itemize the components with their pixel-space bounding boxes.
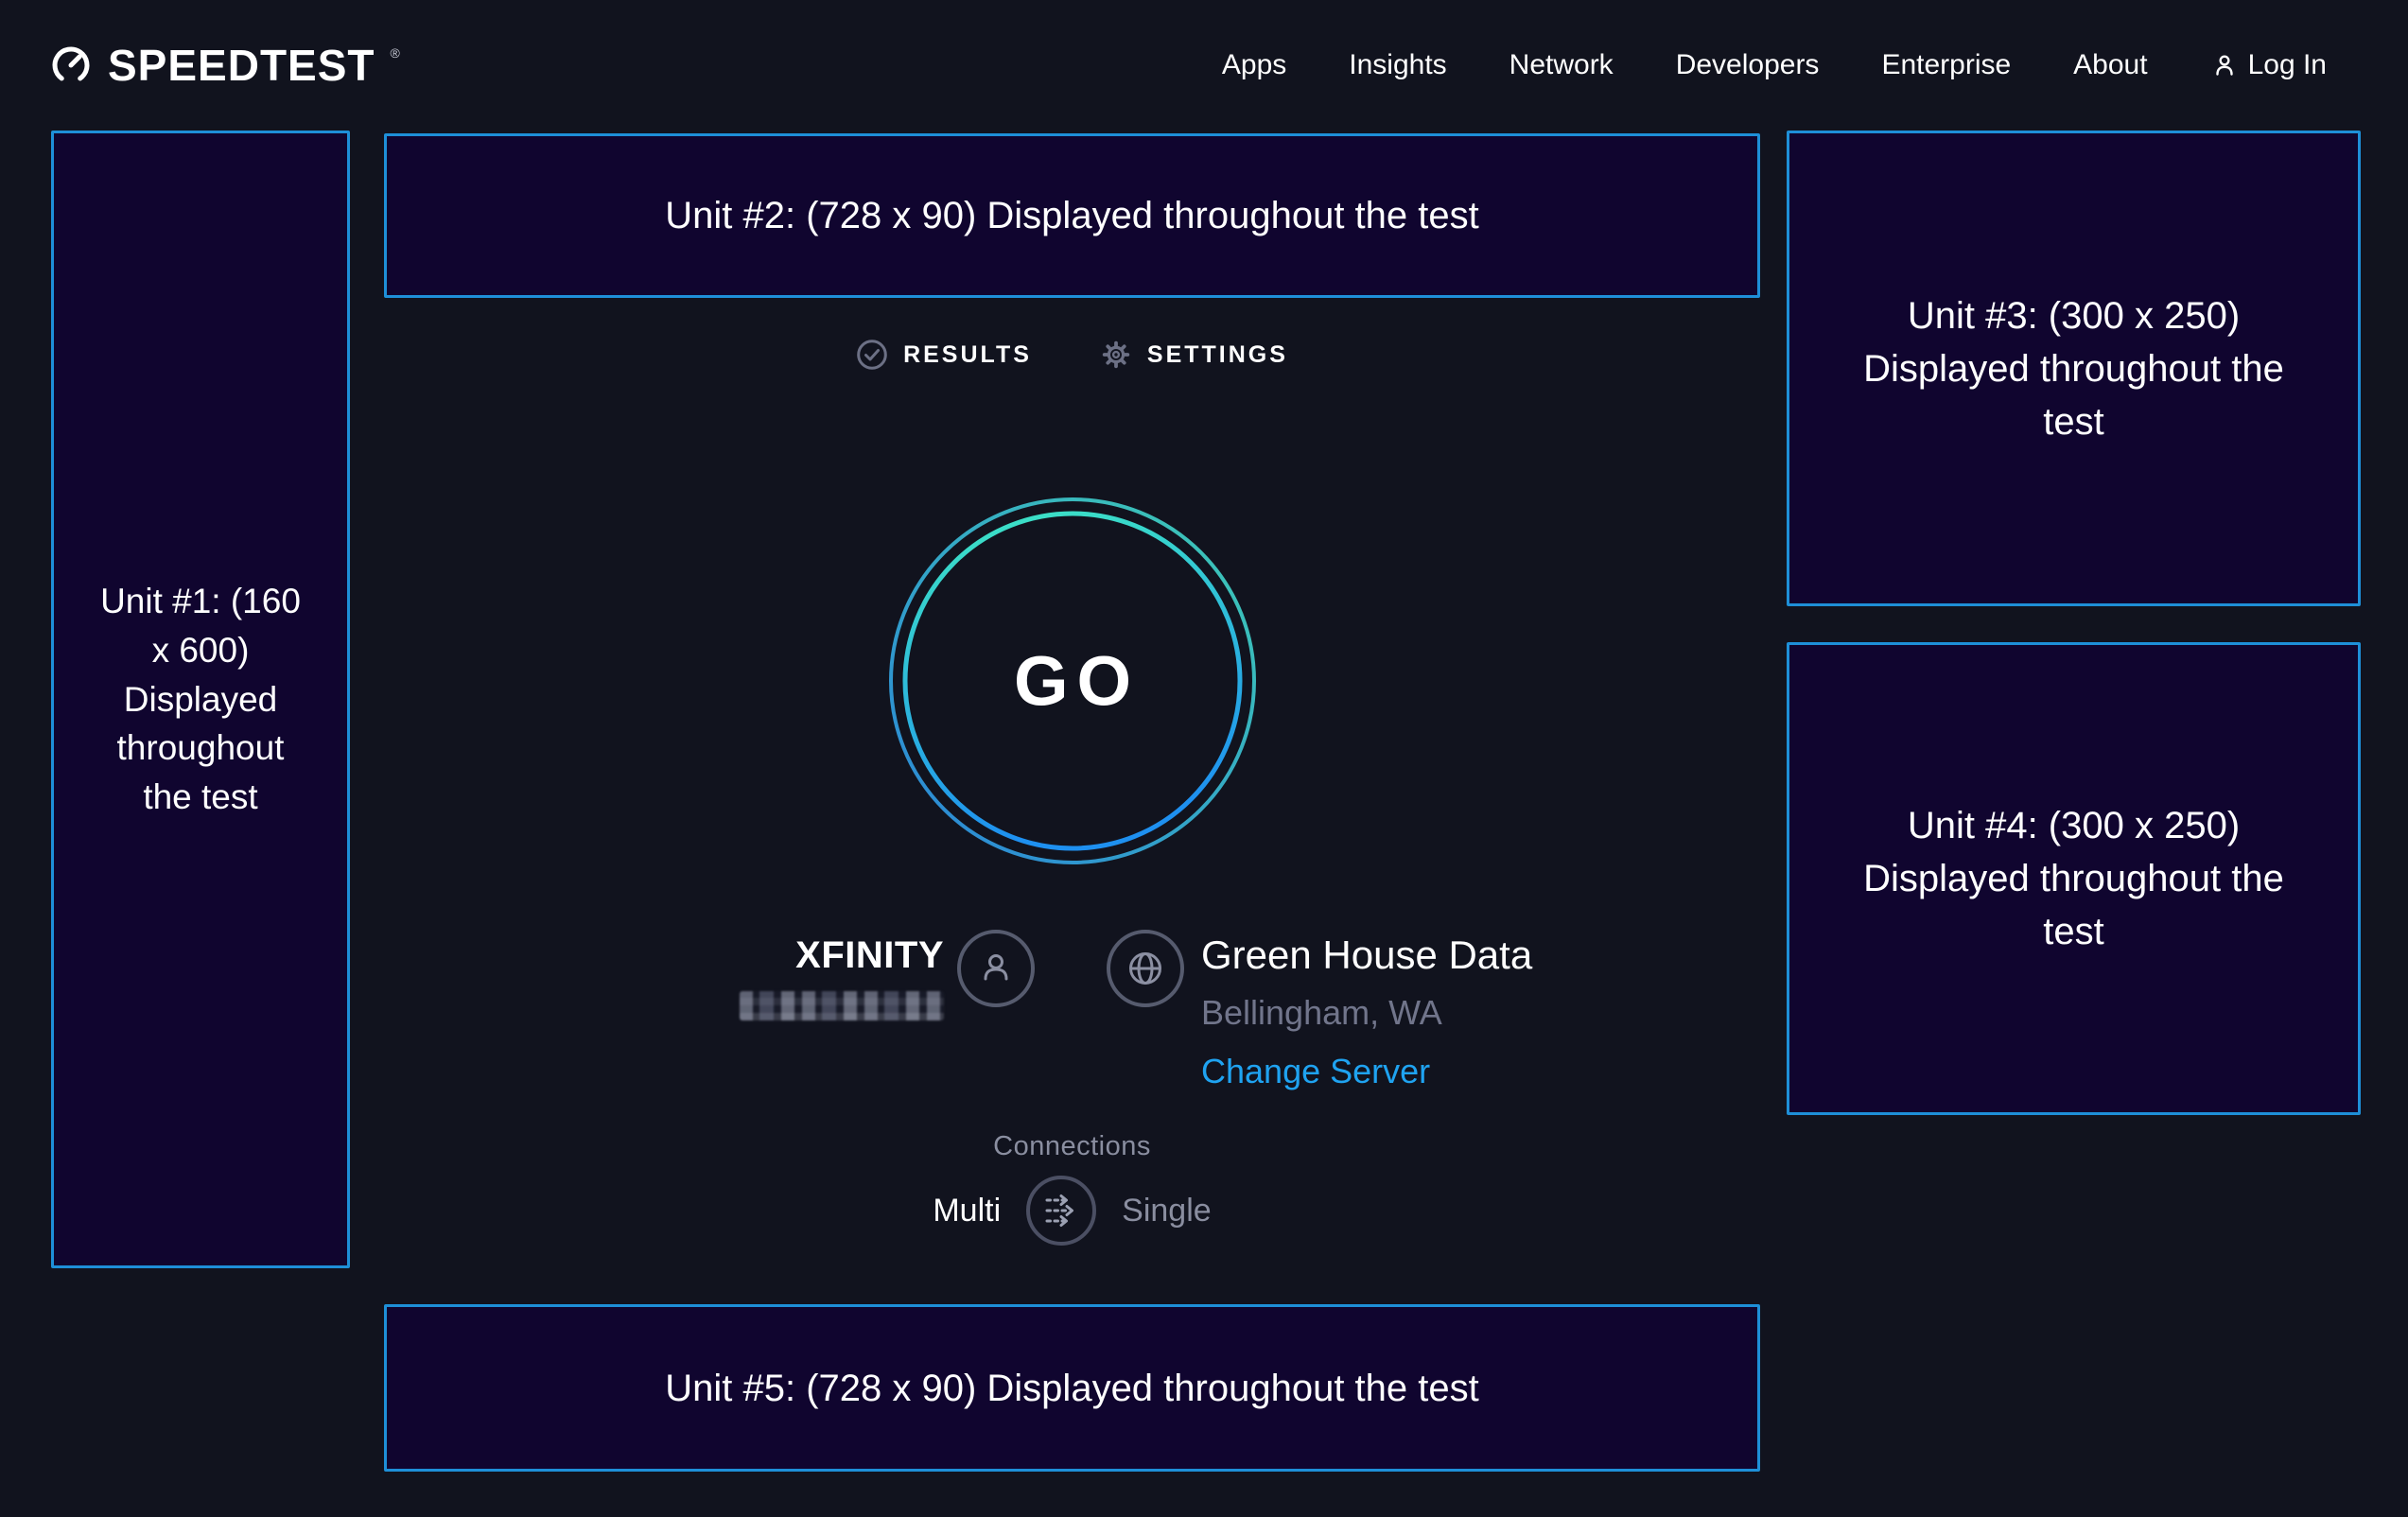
connections-toggle-row: Multi Single xyxy=(384,1175,1760,1247)
nav-item-developers[interactable]: Developers xyxy=(1676,49,1820,81)
ad-unit-2-text: Unit #2: (728 x 90) Displayed throughout… xyxy=(665,189,1479,242)
ad-unit-3-text: Unit #3: (300 x 250) Displayed throughou… xyxy=(1861,289,2287,448)
tab-results[interactable]: RESULTS xyxy=(856,339,1032,371)
change-server-link[interactable]: Change Server xyxy=(1201,1052,1532,1091)
tab-results-label: RESULTS xyxy=(903,341,1032,369)
tab-settings[interactable]: SETTINGS xyxy=(1100,339,1288,371)
connections-label: Connections xyxy=(384,1131,1760,1162)
server-name: Green House Data xyxy=(1201,933,1532,978)
login-label: Log In xyxy=(2248,49,2327,81)
ad-unit-5-leaderboard[interactable]: Unit #5: (728 x 90) Displayed throughout… xyxy=(384,1304,1760,1472)
nav-item-network[interactable]: Network xyxy=(1509,49,1614,81)
check-circle-icon xyxy=(856,339,888,371)
isp-ip-redacted xyxy=(740,991,944,1020)
nav-item-about[interactable]: About xyxy=(2073,49,2147,81)
connections-single-option[interactable]: Single xyxy=(1122,1193,1212,1229)
person-icon xyxy=(975,948,1017,989)
server-location: Bellingham, WA xyxy=(1201,993,1532,1033)
ad-unit-5-text: Unit #5: (728 x 90) Displayed throughout… xyxy=(665,1362,1479,1415)
nav-menu: Apps Insights Network Developers Enterpr… xyxy=(1222,49,2327,81)
ad-unit-3-rectangle[interactable]: Unit #3: (300 x 250) Displayed throughou… xyxy=(1787,131,2361,606)
tab-settings-label: SETTINGS xyxy=(1147,341,1288,369)
connections-toggle-icon[interactable] xyxy=(1025,1175,1097,1247)
gear-icon xyxy=(1100,339,1132,371)
trademark-symbol: ® xyxy=(391,45,400,61)
isp-name: XFINITY xyxy=(679,934,944,977)
view-tabs: RESULTS xyxy=(384,339,1760,371)
top-nav-bar: SPEEDTEST ® Apps Insights Network Develo… xyxy=(0,0,2408,131)
globe-icon xyxy=(1124,947,1167,990)
nav-item-apps[interactable]: Apps xyxy=(1222,49,1286,81)
ad-unit-1-text: Unit #1: (160 x 600) Displayed throughou… xyxy=(95,577,306,822)
user-icon xyxy=(2210,51,2239,79)
server-info: Green House Data Bellingham, WA Change S… xyxy=(1201,933,1532,1091)
ad-unit-4-rectangle[interactable]: Unit #4: (300 x 250) Displayed throughou… xyxy=(1787,642,2361,1115)
server-badge xyxy=(1107,930,1184,1007)
speedometer-gauge-icon xyxy=(49,44,93,87)
go-button-label: GO xyxy=(1005,641,1140,722)
ad-unit-1-skyscraper[interactable]: Unit #1: (160 x 600) Displayed throughou… xyxy=(51,131,350,1268)
speedtest-logo[interactable]: SPEEDTEST ® xyxy=(49,44,400,87)
isp-badge xyxy=(957,930,1035,1007)
logo-wordmark: SPEEDTEST xyxy=(108,44,375,87)
ad-unit-4-text: Unit #4: (300 x 250) Displayed throughou… xyxy=(1861,799,2287,958)
nav-item-insights[interactable]: Insights xyxy=(1349,49,1446,81)
nav-item-enterprise[interactable]: Enterprise xyxy=(1881,49,2011,81)
connections-multi-option[interactable]: Multi xyxy=(933,1193,1001,1229)
ad-unit-2-leaderboard[interactable]: Unit #2: (728 x 90) Displayed throughout… xyxy=(384,133,1760,298)
login-button[interactable]: Log In xyxy=(2210,49,2327,81)
go-button[interactable]: GO xyxy=(888,497,1257,865)
speedtest-page: SPEEDTEST ® Apps Insights Network Develo… xyxy=(0,0,2408,1517)
